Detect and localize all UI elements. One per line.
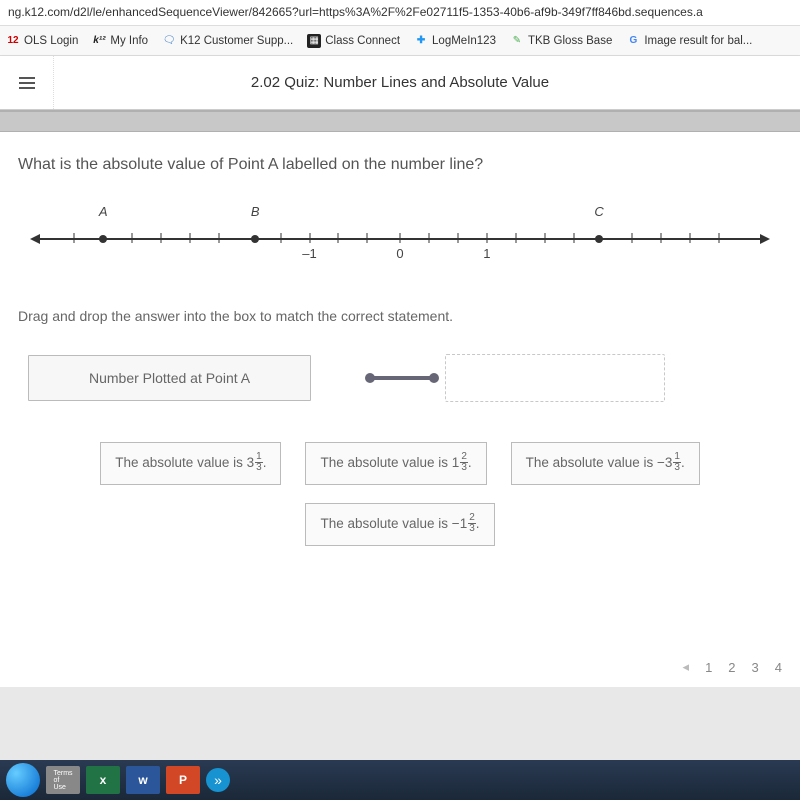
bookmark-label: OLS Login [24,35,78,47]
choice-whole: 3 [665,455,673,470]
menu-button[interactable] [0,56,54,109]
number-line-axis [38,238,762,240]
k12-icon: k¹² [92,34,106,48]
tick-label-one: 1 [483,246,490,261]
class-connect-icon: ▦ [307,34,321,48]
choice-abs-1-2-3[interactable]: The absolute value is 123. [305,442,486,485]
quiz-header: 2.02 Quiz: Number Lines and Absolute Val… [0,56,800,110]
tick-label-neg1: –1 [302,246,316,261]
point-a-label: A [99,204,108,219]
separator-band [0,110,800,132]
bookmarks-bar: 12 OLS Login k¹² My Info 🗨 K12 Customer … [0,26,800,56]
taskbar-app-word[interactable]: w [126,766,160,794]
quiz-title: 2.02 Quiz: Number Lines and Absolute Val… [54,74,800,91]
bookmark-label: Class Connect [325,35,400,47]
choice-prefix: The absolute value is [320,455,451,470]
choice-prefix: The absolute value is [115,455,246,470]
bookmark-tkb[interactable]: ✎ TKB Gloss Base [510,34,612,48]
connector-icon [367,376,437,380]
point-c-dot [595,235,603,243]
bookmark-label: K12 Customer Supp... [180,35,293,47]
start-button[interactable] [6,763,40,797]
taskbar-more[interactable]: » [206,768,230,792]
pager-page-1[interactable]: 1 [705,660,712,675]
question-pager: ◂ 1 2 3 4 [683,659,782,675]
bookmark-k12-support[interactable]: 🗨 K12 Customer Supp... [162,34,293,48]
question-text: What is the absolute value of Point A la… [18,156,782,174]
fraction-icon: 23 [468,513,476,534]
fraction-icon: 23 [460,452,468,473]
address-bar[interactable]: ng.k12.com/d2l/le/enhancedSequenceViewer… [0,0,800,26]
pager-page-2[interactable]: 2 [728,660,735,675]
choice-abs-neg-3-1-3[interactable]: The absolute value is −313. [511,442,700,485]
point-c-label: C [594,204,603,219]
statement-box: Number Plotted at Point A [28,355,311,401]
choice-whole: 1 [460,516,468,531]
answer-choices: The absolute value is 313. The absolute … [18,442,782,546]
tkb-icon: ✎ [510,34,524,48]
chat-icon: 🗨 [162,34,176,48]
bookmark-image-result[interactable]: G Image result for bal... [626,34,752,48]
bookmark-label: My Info [110,35,148,47]
bookmark-ols-login[interactable]: 12 OLS Login [6,34,78,48]
choice-whole: 1 [452,455,460,470]
taskbar-app-terms[interactable]: TermsofUse [46,766,80,794]
fraction-icon: 13 [255,452,263,473]
logmein-icon: ✚ [414,34,428,48]
answer-drop-zone[interactable] [445,354,665,402]
bookmark-class-connect[interactable]: ▦ Class Connect [307,34,400,48]
choice-abs-3-1-3[interactable]: The absolute value is 313. [100,442,281,485]
pager-page-3[interactable]: 3 [752,660,759,675]
bookmark-label: Image result for bal... [644,35,752,47]
tick-label-zero: 0 [396,246,403,261]
google-icon: G [626,34,640,48]
pager-page-4[interactable]: 4 [775,660,782,675]
ols-icon: 12 [6,34,20,48]
windows-taskbar: TermsofUse x w P » [0,760,800,800]
fraction-icon: 13 [673,452,681,473]
bookmark-logmein[interactable]: ✚ LogMeIn123 [414,34,496,48]
pager-prev[interactable]: ◂ [683,659,690,675]
bookmark-label: TKB Gloss Base [528,35,612,47]
bookmark-my-info[interactable]: k¹² My Info [92,34,148,48]
question-panel: What is the absolute value of Point A la… [0,132,800,687]
instruction-text: Drag and drop the answer into the box to… [18,308,782,324]
point-b-dot [251,235,259,243]
number-line: A B C [38,204,762,284]
point-a-dot [99,235,107,243]
taskbar-app-excel[interactable]: x [86,766,120,794]
choice-whole: 3 [247,455,255,470]
matching-row: Number Plotted at Point A [28,354,772,402]
bookmark-label: LogMeIn123 [432,35,496,47]
choice-prefix: The absolute value is [320,516,451,531]
choice-prefix: The absolute value is [526,455,657,470]
point-b-label: B [251,204,260,219]
taskbar-app-powerpoint[interactable]: P [166,766,200,794]
choice-abs-neg-1-2-3[interactable]: The absolute value is −123. [305,503,494,546]
